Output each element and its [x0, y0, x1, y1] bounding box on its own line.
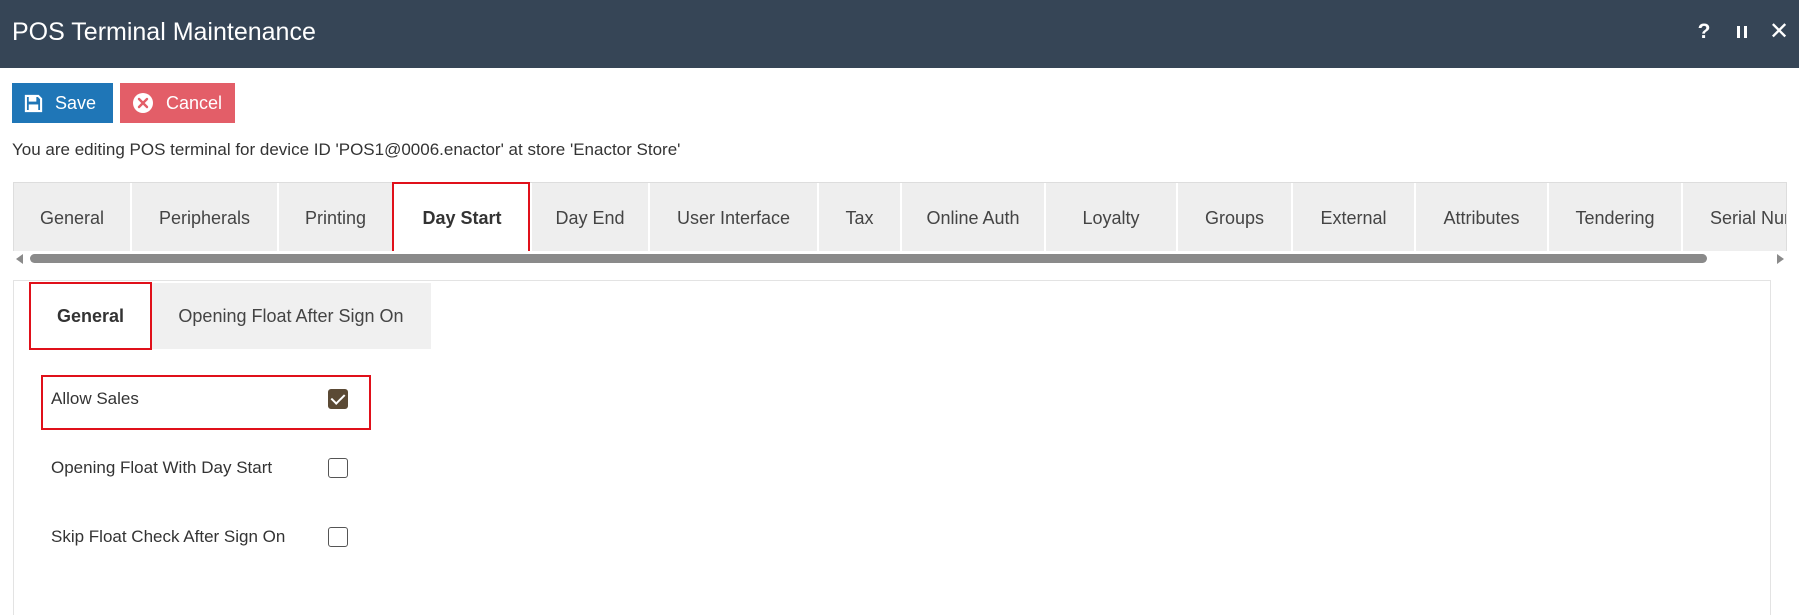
editing-info-text: You are editing POS terminal for device … [12, 140, 681, 159]
close-icon[interactable]: ✕ [1766, 18, 1792, 46]
save-button-label: Save [55, 92, 97, 113]
cancel-button-label: Cancel [166, 92, 223, 113]
tab-tendering[interactable]: Tendering [1549, 183, 1683, 251]
tab-peripherals[interactable]: Peripherals [132, 183, 279, 251]
tab-loyalty[interactable]: Loyalty [1046, 183, 1178, 251]
tabs-scrollbar[interactable] [13, 251, 1787, 266]
subtab-general[interactable]: General [30, 283, 151, 349]
allow-sales-checkbox[interactable] [328, 389, 348, 409]
tab-general[interactable]: General [14, 183, 132, 251]
tab-online-auth[interactable]: Online Auth [902, 183, 1046, 251]
scroll-left-arrow-icon[interactable] [16, 254, 23, 264]
help-icon[interactable]: ? [1691, 18, 1717, 46]
tab-printing[interactable]: Printing [279, 183, 394, 251]
main-tabs: General Peripherals Printing Day Start D… [13, 182, 1787, 252]
pause-icon[interactable] [1729, 18, 1755, 46]
tab-external[interactable]: External [1293, 183, 1416, 251]
cancel-button[interactable]: Cancel [120, 83, 235, 123]
subtab-opening-float-after-sign-on[interactable]: Opening Float After Sign On [151, 283, 431, 349]
floppy-disk-icon [24, 94, 43, 113]
allow-sales-label: Allow Sales [51, 389, 139, 408]
tab-groups[interactable]: Groups [1178, 183, 1293, 251]
tab-day-end[interactable]: Day End [532, 183, 650, 251]
sub-tabs: General Opening Float After Sign On [30, 283, 431, 349]
tab-day-start[interactable]: Day Start [394, 183, 532, 251]
window-title: POS Terminal Maintenance [12, 18, 316, 46]
tab-user-interface[interactable]: User Interface [650, 183, 819, 251]
opening-float-with-day-start-label: Opening Float With Day Start [51, 458, 273, 477]
skip-float-check-after-sign-on-checkbox[interactable] [328, 527, 348, 547]
save-button[interactable]: Save [12, 83, 113, 123]
tab-serial-numbers[interactable]: Serial Num [1683, 183, 1786, 251]
window-titlebar: POS Terminal Maintenance ? ✕ [0, 0, 1799, 68]
scrollbar-thumb[interactable] [30, 254, 1707, 263]
opening-float-with-day-start-checkbox[interactable] [328, 458, 348, 478]
tab-attributes[interactable]: Attributes [1416, 183, 1549, 251]
skip-float-check-after-sign-on-label: Skip Float Check After Sign On [51, 527, 286, 546]
tab-tax[interactable]: Tax [819, 183, 902, 251]
cancel-circle-icon [132, 92, 154, 114]
scroll-right-arrow-icon[interactable] [1777, 254, 1784, 264]
